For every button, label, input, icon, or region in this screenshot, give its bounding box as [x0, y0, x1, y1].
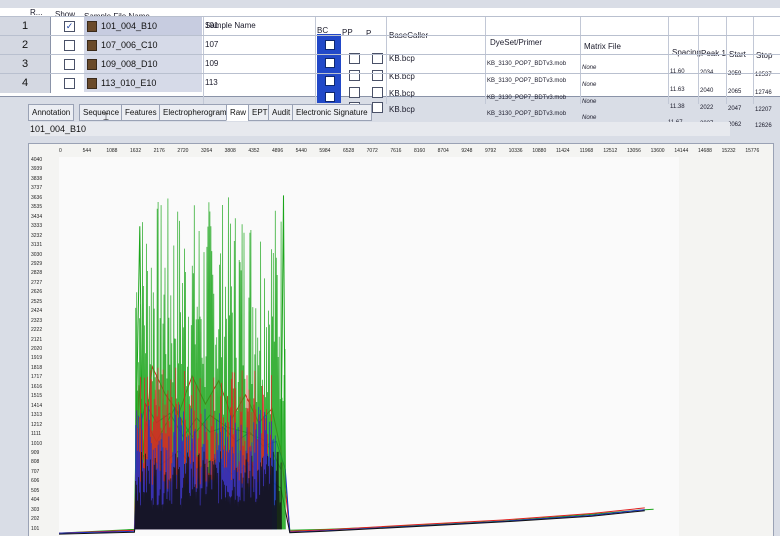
peak1-value[interactable]: 2022 [700, 105, 713, 111]
sample-name[interactable]: 109 [205, 59, 218, 68]
sample-file-name-cell[interactable]: 113_010_E10 [84, 74, 202, 92]
tab-features[interactable]: Features [121, 104, 161, 121]
spacing-value[interactable]: 11.38 [670, 104, 685, 110]
sample-file-name: 109_008_D10 [101, 59, 158, 69]
stop-value[interactable]: 12626 [755, 123, 772, 129]
sample-row[interactable]: 3 109_008_D10 109 KB.bcp KB_3130_POP7_BD… [0, 54, 780, 113]
sample-file-name: 101_004_B10 [101, 21, 158, 31]
basecaller-value[interactable]: KB.bcp [389, 105, 415, 114]
sample-file-name: 113_010_E10 [101, 78, 157, 88]
sample-label: 101_004_B10 [30, 122, 730, 136]
application-window: R... Show Sample File Name Sample Name B… [0, 0, 780, 536]
tab-sequence[interactable]: Sequence [79, 104, 124, 121]
matrix-value[interactable]: None [582, 115, 596, 121]
show-checkbox[interactable] [64, 78, 75, 89]
sample-file-name: 107_006_C10 [101, 40, 158, 50]
tab-audit[interactable]: Audit [268, 104, 295, 121]
trace-chart [58, 195, 654, 535]
tab-annotation[interactable]: Annotation [28, 104, 75, 121]
start-value[interactable]: 2062 [728, 122, 741, 128]
file-icon [87, 59, 97, 71]
sample-file-name-cell[interactable]: 109_008_D10 [84, 55, 202, 73]
bc-toggle[interactable] [325, 92, 335, 102]
show-checkbox[interactable] [64, 40, 75, 51]
sample-name[interactable]: 107 [205, 40, 218, 49]
sample-file-name-cell[interactable]: 101_004_B10 [84, 17, 202, 35]
tab-electropherogram[interactable]: Electropherogram [159, 104, 231, 121]
row-number[interactable]: 3 [0, 55, 51, 74]
sample-file-name-cell[interactable]: 107_006_C10 [84, 36, 202, 54]
file-icon [87, 21, 97, 33]
row-number[interactable]: 2 [0, 36, 51, 55]
row-number[interactable]: 1 [0, 17, 51, 36]
sample-grid: R... Show Sample File Name Sample Name B… [0, 8, 780, 129]
tab-raw[interactable]: Raw [226, 104, 251, 121]
dyeset-value[interactable]: KB_3130_POP7_BDTv3.mob [487, 111, 566, 117]
sample-row[interactable]: 1 ✓ 101_004_B10 101 KB.bcp KB_3130_POP7_… [0, 16, 780, 78]
sample-row[interactable]: 4 113_010_E10 113 KB.bcp KB_3130_POP7_BD… [0, 73, 780, 129]
stop-value[interactable]: 12207 [755, 107, 772, 113]
show-checkbox[interactable] [64, 59, 75, 70]
file-icon [87, 78, 97, 90]
sample-name[interactable]: 113 [205, 78, 218, 87]
start-value[interactable]: 2047 [728, 106, 741, 112]
dyeset-value[interactable]: KB_3130_POP7_BDTv3.mob [487, 95, 566, 101]
show-checkbox[interactable]: ✓ [64, 21, 75, 32]
sample-row[interactable]: 2 107_006_C10 107 KB.bcp KB_3130_POP7_BD… [0, 35, 780, 96]
row-number[interactable]: 4 [0, 74, 51, 93]
raw-data-plot[interactable]: 0 544 1088 1632 2176 2720 3264 3808 4352 4896 5440… [28, 143, 774, 536]
tab-electronic-signature[interactable]: Electronic Signature [292, 104, 372, 121]
sample-name[interactable]: 101 [205, 21, 218, 30]
p-checkbox[interactable] [372, 102, 383, 113]
file-icon [87, 40, 97, 52]
matrix-value[interactable]: None [582, 99, 596, 105]
